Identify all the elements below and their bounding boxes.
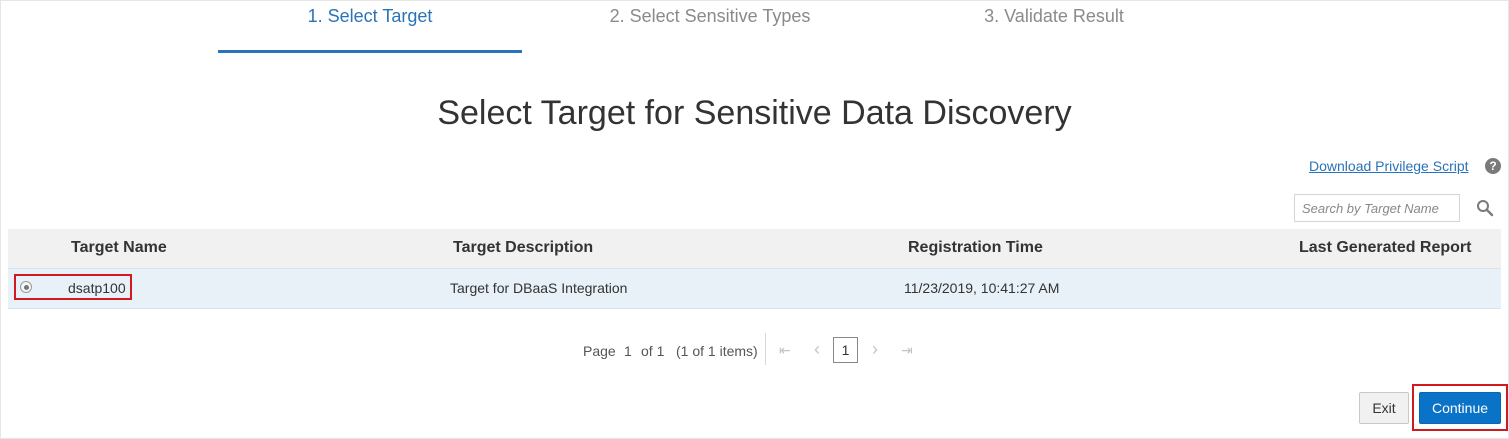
page-title: Select Target for Sensitive Data Discove… xyxy=(437,94,1072,132)
table-row[interactable]: dsatp100 Target for DBaaS Integration 11… xyxy=(8,268,1501,309)
column-header-target-name[interactable]: Target Name xyxy=(71,239,167,257)
pagination-divider xyxy=(765,333,766,365)
download-privilege-script-link[interactable]: Download Privilege Script xyxy=(1309,158,1469,174)
next-page-icon[interactable]: › xyxy=(872,339,878,360)
cell-target-name: dsatp100 xyxy=(68,280,126,296)
column-header-target-description[interactable]: Target Description xyxy=(453,239,593,257)
wizard-steps: 1. Select Target 2. Select Sensitive Typ… xyxy=(0,0,1509,55)
step-select-sensitive-types[interactable]: 2. Select Sensitive Types xyxy=(560,6,860,27)
previous-page-icon[interactable]: ‹ xyxy=(814,339,820,360)
first-page-icon[interactable]: ⇤ xyxy=(779,342,791,359)
table-header: Target Name Target Description Registrat… xyxy=(8,229,1501,268)
continue-highlight-box xyxy=(1412,384,1508,431)
column-header-registration-time[interactable]: Registration Time xyxy=(908,239,1043,257)
search-input[interactable] xyxy=(1294,194,1460,222)
targets-table: Target Name Target Description Registrat… xyxy=(8,229,1501,309)
help-icon[interactable]: ? xyxy=(1485,158,1501,174)
items-count: (1 of 1 items) xyxy=(676,343,758,359)
row-select-radio[interactable] xyxy=(20,281,32,293)
cell-target-description: Target for DBaaS Integration xyxy=(450,280,628,296)
current-page-button[interactable]: 1 xyxy=(833,337,858,363)
column-header-last-generated-report[interactable]: Last Generated Report xyxy=(1299,239,1471,257)
search-icon[interactable] xyxy=(1476,199,1494,217)
last-page-icon[interactable]: ⇥ xyxy=(901,342,913,359)
step-select-target[interactable]: 1. Select Target xyxy=(218,6,522,27)
page-number: 1 xyxy=(624,343,632,359)
page-of-total: of 1 xyxy=(641,343,665,359)
page-label: Page xyxy=(583,343,616,359)
cell-registration-time: 11/23/2019, 10:41:27 AM xyxy=(904,280,1060,296)
page-frame xyxy=(0,0,1509,439)
exit-button[interactable]: Exit xyxy=(1359,392,1409,424)
step-validate-result[interactable]: 3. Validate Result xyxy=(904,6,1204,27)
active-step-indicator xyxy=(218,50,522,53)
